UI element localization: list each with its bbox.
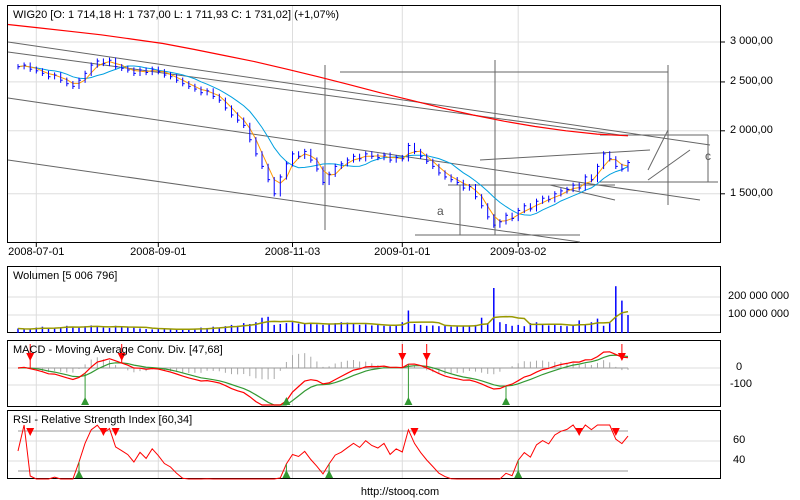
- buy-signal-up-triangle-icon: [81, 397, 90, 405]
- trendline: [549, 184, 616, 201]
- macd-y-tick-label: -100: [730, 378, 753, 390]
- trendline: [7, 51, 621, 136]
- sell-signal-down-triangle-icon: [26, 428, 35, 436]
- x-tick-label: 2008-09-01: [130, 246, 187, 258]
- sell-signal-down-triangle-icon: [422, 353, 431, 361]
- trendline: [647, 149, 691, 181]
- macd-title: MACD - Moving Average Conv. Div. [47,68]: [13, 344, 223, 356]
- rsi-y-tick-label: 40: [733, 454, 746, 466]
- volume-y-tick-label: 200 000 000: [728, 290, 790, 302]
- stooq-chart-page: WIG20 [O: 1 714,18 H: 1 737,00 L: 1 711,…: [0, 0, 800, 500]
- annotation-label-c: c: [705, 149, 711, 163]
- buy-signal-up-triangle-icon: [282, 397, 291, 405]
- price-y-tick-label: 2 500,00: [730, 74, 773, 87]
- trendline: [479, 149, 651, 161]
- volume-y-tick-label: 100 000 000: [728, 308, 790, 320]
- footer-link[interactable]: http://stooq.com: [0, 486, 800, 498]
- price-title: WIG20 [O: 1 714,18 H: 1 737,00 L: 1 711,…: [13, 9, 340, 21]
- ma-short-line: [17, 61, 629, 222]
- sell-signal-down-triangle-icon: [398, 353, 407, 361]
- trendline: [7, 159, 581, 243]
- price-y-tick-label: 3 000,00: [730, 35, 773, 47]
- sell-signal-down-triangle-icon: [575, 428, 584, 436]
- x-tick-label: 2009-03-02: [490, 246, 547, 258]
- sell-signal-down-triangle-icon: [111, 428, 120, 436]
- buy-signal-up-triangle-icon: [502, 397, 510, 405]
- buy-signal-up-triangle-icon: [404, 397, 413, 405]
- sell-signal-down-triangle-icon: [410, 428, 419, 436]
- x-tick-label: 2008-11-03: [264, 246, 321, 258]
- rsi-title: RSI - Relative Strength Index [60,34]: [13, 414, 193, 426]
- sell-signal-down-triangle-icon: [99, 428, 108, 436]
- macd-y-tick-label: 0: [736, 361, 743, 373]
- volume-title: Wolumen [5 006 796]: [13, 270, 118, 282]
- price-y-tick-label: 2 000,00: [730, 123, 773, 136]
- trendline: [7, 41, 711, 146]
- x-tick-label: 2009-01-01: [374, 246, 431, 258]
- macd-line: [17, 351, 629, 406]
- x-tick-label: 2008-07-01: [8, 246, 65, 258]
- rsi-y-tick-label: 60: [733, 434, 746, 446]
- price-y-tick-label: 1 500,00: [730, 186, 773, 199]
- annotation-label-a: a: [437, 204, 444, 218]
